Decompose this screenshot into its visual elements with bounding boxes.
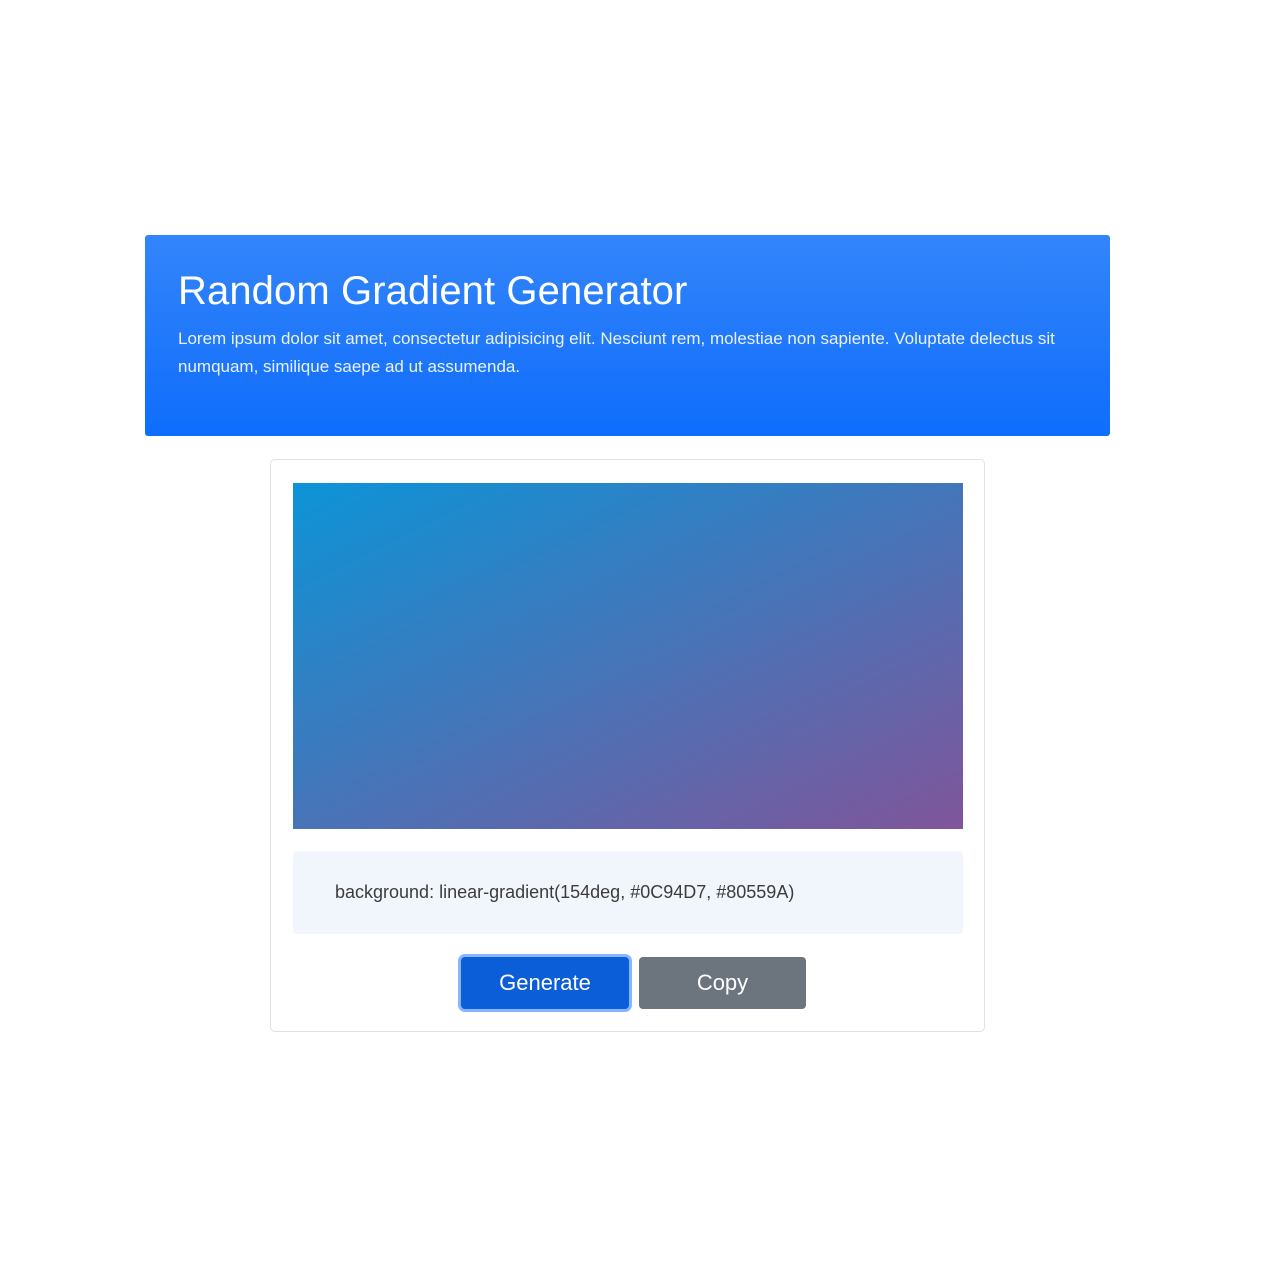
page-title: Random Gradient Generator <box>178 269 688 313</box>
hero-banner: Random Gradient Generator Lorem ipsum do… <box>145 235 1110 436</box>
gradient-card: background: linear-gradient(154deg, #0C9… <box>270 459 985 1032</box>
gradient-code-box[interactable]: background: linear-gradient(154deg, #0C9… <box>293 851 963 934</box>
hero-description: Lorem ipsum dolor sit amet, consectetur … <box>178 329 1055 376</box>
copy-button[interactable]: Copy <box>639 957 806 1009</box>
generate-button[interactable]: Generate <box>461 957 629 1009</box>
page: Random Gradient Generator Lorem ipsum do… <box>0 0 1280 1280</box>
gradient-preview <box>293 483 963 829</box>
gradient-css-text: background: linear-gradient(154deg, #0C9… <box>335 882 795 902</box>
